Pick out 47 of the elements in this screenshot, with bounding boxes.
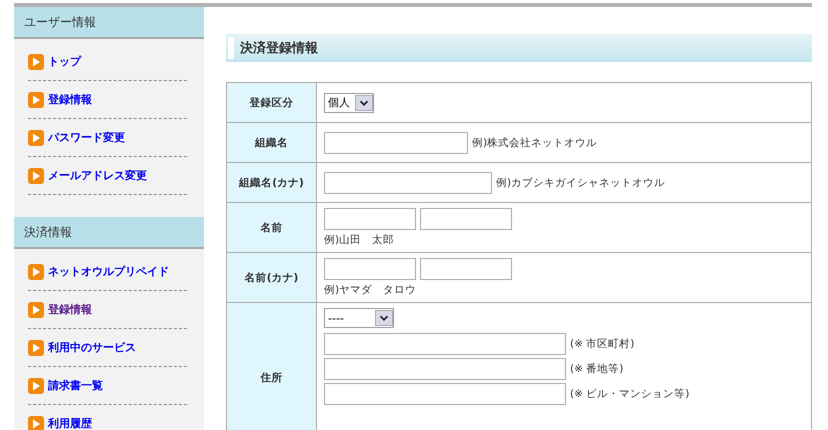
play-icon xyxy=(28,378,44,394)
example-text: 例)ヤマダ タロウ xyxy=(324,283,416,297)
field-label: 組織名 xyxy=(227,123,317,162)
field-label: 組織名(カナ) xyxy=(227,163,317,202)
play-icon xyxy=(28,54,44,70)
hint-text: (※ ビル・マンション等) xyxy=(570,387,690,401)
dropdown[interactable]: ---- xyxy=(324,308,394,328)
nav-link[interactable]: メールアドレス変更 xyxy=(48,168,147,183)
play-icon xyxy=(28,168,44,184)
dropdown[interactable]: 個人 xyxy=(324,92,374,112)
input-field[interactable] xyxy=(324,383,566,405)
section-heading: 決済登録情報 xyxy=(226,34,812,62)
hint-text: (※ 市区町村) xyxy=(570,337,634,351)
input-field[interactable] xyxy=(324,208,416,230)
input-field[interactable] xyxy=(324,172,492,194)
nav-link[interactable]: トップ xyxy=(48,54,81,69)
field-label: 名前(カナ) xyxy=(227,253,317,302)
play-icon xyxy=(28,416,44,430)
hint-text: (※ 番地等) xyxy=(570,362,624,376)
input-field[interactable] xyxy=(324,333,566,355)
nav-link[interactable]: 請求書一覧 xyxy=(48,378,103,393)
nav-link[interactable]: 登録情報 xyxy=(48,302,92,317)
input-field[interactable] xyxy=(420,258,512,280)
play-icon xyxy=(28,264,44,280)
play-icon xyxy=(28,302,44,318)
input-field[interactable] xyxy=(324,358,566,380)
input-field[interactable] xyxy=(324,258,416,280)
field-label: 名前 xyxy=(227,203,317,252)
nav-link[interactable]: 利用中のサービス xyxy=(48,340,136,355)
section-header: 決済情報 xyxy=(14,217,204,249)
chevron-down-icon xyxy=(355,94,373,110)
play-icon xyxy=(28,340,44,356)
nav-link[interactable]: 登録情報 xyxy=(48,92,92,107)
nav-link[interactable]: ネットオウルプリペイド xyxy=(48,264,169,279)
field-label: 登録区分 xyxy=(227,83,317,122)
play-icon xyxy=(28,130,44,146)
input-field[interactable] xyxy=(324,132,468,154)
input-field[interactable] xyxy=(420,208,512,230)
nav-link[interactable]: 利用履歴 xyxy=(48,416,92,430)
field-label: 住所 xyxy=(227,303,317,430)
nav-link[interactable]: パスワード変更 xyxy=(48,130,125,145)
example-text: 例)山田 太郎 xyxy=(324,233,394,247)
example-text: 例)カブシキガイシャネットオウル xyxy=(496,176,666,190)
chevron-down-icon xyxy=(375,310,393,326)
section-header: ユーザー情報 xyxy=(14,7,204,39)
play-icon xyxy=(28,92,44,108)
example-text: 例)株式会社ネットオウル xyxy=(472,136,598,150)
